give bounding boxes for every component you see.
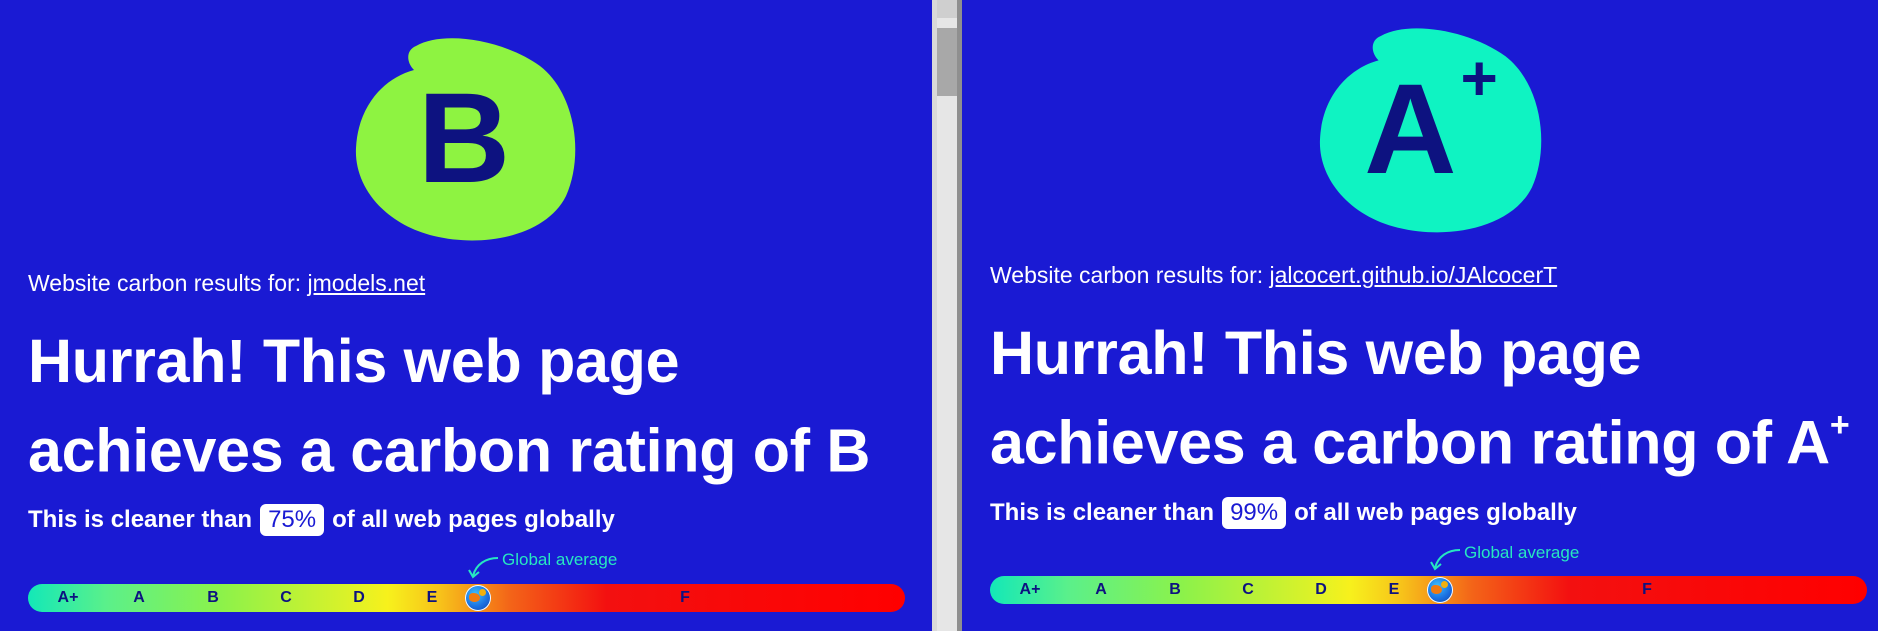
tested-url-link[interactable]: jmodels.net <box>308 270 426 296</box>
scale-label-a: A <box>1095 581 1107 598</box>
scale-label-a: A <box>133 589 145 606</box>
scroll-up-arrow-icon[interactable] <box>937 0 957 18</box>
scale-label-a-plus: A+ <box>57 589 79 606</box>
grade-letter: A + <box>1364 42 1498 201</box>
scale-label-f: F <box>1642 581 1652 598</box>
headline: Hurrah! This web page achieves a carbon … <box>990 319 1850 477</box>
scale-label-c: C <box>280 589 292 606</box>
scale-label-c: C <box>1242 581 1254 598</box>
left-report-pane: B Website carbon results for: jmodels.ne… <box>0 0 932 631</box>
results-for-line: Website carbon results for: jmodels.net <box>28 270 425 297</box>
scale-label-d: D <box>1315 581 1327 598</box>
results-prefix: Website carbon results for: <box>990 262 1264 288</box>
grade-badge: A + <box>1318 26 1544 234</box>
scrollbar-thumb[interactable] <box>937 28 957 96</box>
headline-line-2: achieves a carbon rating of B <box>28 416 871 485</box>
globe-icon <box>465 585 491 611</box>
right-report-pane: A + Website carbon results for: jalcocert… <box>962 0 1878 631</box>
curved-arrow-icon <box>468 557 499 579</box>
tested-url-link[interactable]: jalcocert.github.io/JAlcocerT <box>1270 262 1558 288</box>
global-average-label: Global average <box>1464 543 1580 562</box>
grade-letter: B <box>417 67 511 210</box>
pane-splitter[interactable] <box>932 0 962 631</box>
percent-badge: 99% <box>1222 497 1287 529</box>
headline: Hurrah! This web page achieves a carbon … <box>28 322 870 489</box>
global-average-label: Global average <box>502 550 618 569</box>
cleaner-than-line: This is cleaner than 75% of all web page… <box>28 504 615 536</box>
scale-label-b: B <box>1169 581 1181 598</box>
headline-line-2: achieves a carbon rating of A <box>990 408 1830 477</box>
rating-scale: A+ A B C D E F <box>28 584 905 612</box>
curved-arrow-icon <box>1430 549 1461 571</box>
scale-label-d: D <box>353 589 365 606</box>
scale-label-e: E <box>426 589 438 606</box>
headline-line-1: Hurrah! This web page <box>28 327 680 395</box>
results-prefix: Website carbon results for: <box>28 270 302 296</box>
rating-scale: A+ A B C D E F <box>990 576 1867 604</box>
scale-label-a-plus: A+ <box>1019 581 1041 598</box>
grade-badge: B <box>354 36 578 242</box>
scale-label-f: F <box>680 589 690 606</box>
headline-line-1: Hurrah! This web page <box>990 319 1642 387</box>
results-for-line: Website carbon results for: jalcocert.gi… <box>990 262 1557 289</box>
cleaner-than-line: This is cleaner than 99% of all web page… <box>990 497 1577 529</box>
globe-icon <box>1427 577 1453 603</box>
scale-label-b: B <box>207 589 219 606</box>
scale-label-e: E <box>1388 581 1400 598</box>
percent-badge: 75% <box>260 504 325 536</box>
